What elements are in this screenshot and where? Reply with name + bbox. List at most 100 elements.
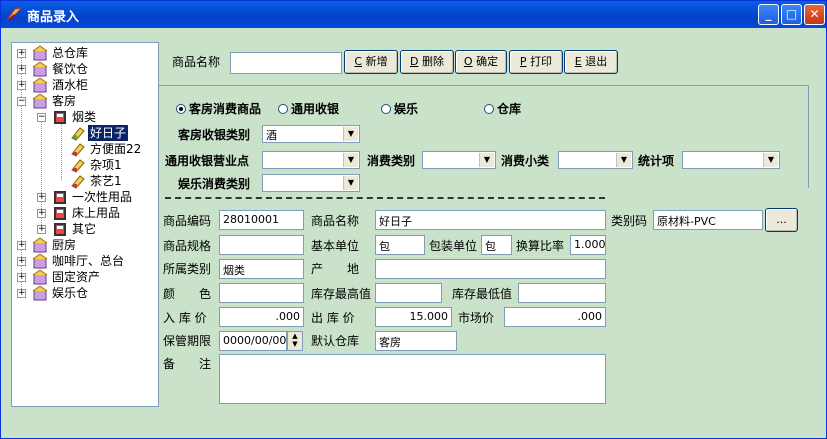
stock-max-label: 库存最高值 [311, 287, 372, 301]
folder-icon [54, 223, 66, 236]
warehouse-icon [32, 285, 48, 301]
general-checkout-point-select[interactable]: ▼ [262, 151, 360, 169]
dropdown-arrow-icon[interactable]: ▼ [343, 153, 358, 167]
expiry-label: 保管期限 [163, 334, 212, 348]
warehouse-tree[interactable]: + 总仓库 + 餐饮仓 + 酒水柜 − 客房 − 烟类 好日子 方便面22 杂项… [11, 42, 159, 407]
expand-icon[interactable]: + [17, 241, 26, 250]
out-price-label: 出 库 价 [311, 311, 355, 325]
minimize-button[interactable]: _ [758, 4, 779, 25]
dropdown-arrow-icon[interactable]: ▼ [763, 153, 778, 167]
spec-input[interactable] [219, 235, 304, 255]
folder-icon [54, 191, 66, 204]
note-textarea[interactable] [219, 354, 606, 404]
statistic-item-label: 统计项 [638, 154, 675, 168]
browse-category-button[interactable]: ... [765, 208, 798, 232]
warehouse-icon [32, 237, 48, 253]
expand-icon[interactable]: + [17, 49, 26, 58]
category-code-input[interactable]: 原材料-PVC [653, 210, 763, 230]
in-price-label: 入 库 价 [163, 311, 207, 325]
belong-category-label: 所属类别 [163, 262, 212, 276]
date-spinner[interactable]: ▲ ▼ [287, 331, 303, 351]
expand-icon[interactable]: + [17, 273, 26, 282]
room-checkout-category-select[interactable]: 酒 ▼ [262, 125, 360, 143]
in-price-input[interactable]: .000 [219, 307, 304, 327]
statistic-item-select[interactable]: ▼ [682, 151, 780, 169]
expand-icon[interactable]: + [17, 257, 26, 266]
expand-icon[interactable]: + [37, 209, 46, 218]
package-unit-label: 包装单位 [429, 239, 478, 253]
item-icon [71, 143, 85, 157]
dropdown-arrow-icon[interactable]: ▼ [616, 153, 631, 167]
product-name-input[interactable]: 好日子 [375, 210, 606, 230]
spec-label: 商品规格 [163, 239, 212, 253]
app-icon [6, 7, 22, 21]
dropdown-arrow-icon[interactable]: ▼ [343, 176, 358, 190]
market-price-label: 市场价 [458, 311, 495, 325]
belong-category-input[interactable]: 烟类 [219, 259, 304, 279]
radio-warehouse[interactable]: 仓库 [484, 100, 521, 117]
stock-min-input[interactable] [518, 283, 606, 303]
package-unit-input[interactable]: 包 [481, 235, 512, 255]
warehouse-icon [32, 269, 48, 285]
origin-input[interactable] [375, 259, 606, 279]
product-name-label: 商品名称 [172, 55, 221, 69]
warehouse-icon [32, 77, 48, 93]
delete-button[interactable]: D 删除 [400, 50, 454, 74]
stock-min-label: 库存最低值 [452, 287, 513, 301]
expand-icon[interactable]: + [37, 193, 46, 202]
add-button[interactable]: C 新增 [344, 50, 398, 74]
color-input[interactable] [219, 283, 304, 303]
expand-icon[interactable]: + [17, 81, 26, 90]
warehouse-icon [32, 45, 48, 61]
note-label: 备 注 [163, 357, 212, 371]
category-code-label: 类别码 [611, 214, 648, 228]
section-divider [165, 197, 605, 199]
origin-label: 产 地 [311, 262, 360, 276]
color-label: 颜 色 [163, 287, 212, 301]
expiry-date-input[interactable]: 0000/00/00 [219, 331, 287, 351]
expand-icon[interactable]: + [17, 65, 26, 74]
product-entry-window: 商品录入 _ □ ✕ + 总仓库 + 餐饮仓 + 酒水柜 − 客房 − 烟类 好… [0, 0, 827, 439]
exit-button[interactable]: E 退出 [564, 50, 618, 74]
consume-category-label: 消费类别 [367, 154, 416, 168]
collapse-icon[interactable]: − [17, 97, 26, 106]
entertainment-category-select[interactable]: ▼ [262, 174, 360, 192]
window-title: 商品录入 [27, 10, 80, 25]
consume-category-select[interactable]: ▼ [422, 151, 496, 169]
title-bar[interactable]: 商品录入 _ □ ✕ [1, 1, 826, 28]
warehouse-icon [32, 93, 48, 109]
stock-max-input[interactable] [375, 283, 442, 303]
spin-down-icon[interactable]: ▼ [288, 340, 302, 348]
warehouse-icon [32, 61, 48, 77]
consume-subcategory-label: 消费小类 [501, 154, 550, 168]
expand-icon[interactable]: + [37, 225, 46, 234]
warehouse-icon [32, 253, 48, 269]
default-warehouse-input[interactable]: 客房 [375, 331, 457, 351]
radio-general-checkout[interactable]: 通用收银 [278, 100, 339, 117]
radio-entertainment[interactable]: 娱乐 [381, 100, 418, 117]
product-name-search-input[interactable] [230, 52, 342, 74]
expand-icon[interactable]: + [17, 289, 26, 298]
out-price-input[interactable]: 15.000 [375, 307, 452, 327]
entertainment-category-label: 娱乐消费类别 [178, 177, 251, 191]
default-warehouse-label: 默认仓库 [311, 334, 360, 348]
product-code-input[interactable]: 28010001 [219, 210, 304, 230]
item-icon [71, 159, 85, 173]
conversion-ratio-input[interactable]: 1.000 [570, 235, 606, 255]
dropdown-arrow-icon[interactable]: ▼ [479, 153, 494, 167]
confirm-button[interactable]: O 确定 [455, 50, 507, 74]
maximize-button[interactable]: □ [781, 4, 802, 25]
close-button[interactable]: ✕ [804, 4, 825, 25]
consume-subcategory-select[interactable]: ▼ [558, 151, 633, 169]
print-button[interactable]: P 打印 [509, 50, 563, 74]
market-price-input[interactable]: .000 [504, 307, 606, 327]
conversion-ratio-label: 换算比率 [516, 239, 565, 253]
base-unit-input[interactable]: 包 [375, 235, 425, 255]
product-code-label: 商品编码 [163, 214, 212, 228]
collapse-icon[interactable]: − [37, 113, 46, 122]
base-unit-label: 基本单位 [311, 239, 360, 253]
spin-up-icon[interactable]: ▲ [288, 332, 302, 340]
radio-room-consumption[interactable]: 客房消费商品 [176, 100, 261, 117]
folder-icon [54, 111, 66, 124]
dropdown-arrow-icon[interactable]: ▼ [343, 127, 358, 141]
